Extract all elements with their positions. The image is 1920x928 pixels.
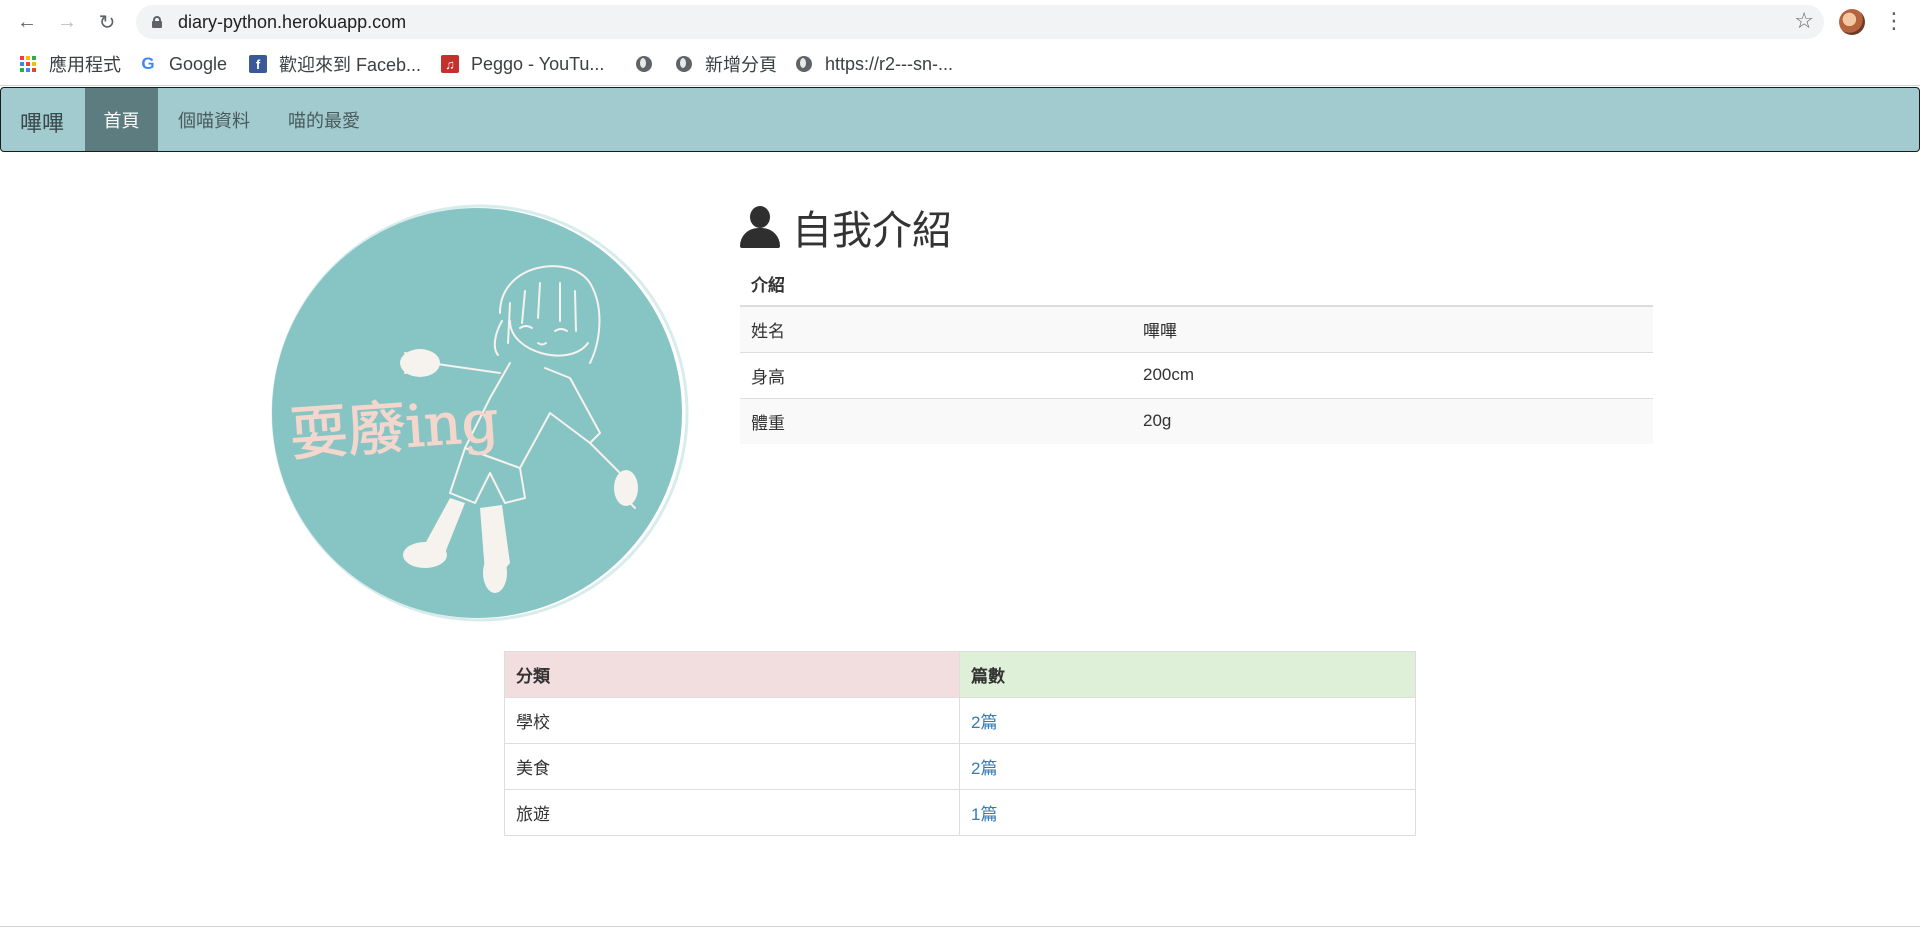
row-value: 20g bbox=[1132, 397, 1653, 444]
globe-icon bbox=[675, 55, 693, 73]
row-label: 身高 bbox=[740, 351, 1132, 398]
globe-icon bbox=[795, 55, 813, 73]
category-count-link[interactable]: 2篇 bbox=[971, 713, 997, 732]
category-count-cell: 1篇 bbox=[959, 789, 1416, 836]
category-count-link[interactable]: 2篇 bbox=[971, 759, 997, 778]
music-icon: ♫ bbox=[441, 55, 459, 73]
apps-grid-icon bbox=[19, 55, 37, 73]
table-row: 旅遊 1篇 bbox=[504, 789, 1416, 836]
site-navbar: 嗶嗶 首頁 個喵資料 喵的最愛 bbox=[0, 87, 1920, 152]
facebook-icon: f bbox=[249, 55, 267, 73]
category-name: 學校 bbox=[504, 697, 960, 744]
bookmark-globe[interactable] bbox=[635, 50, 665, 78]
browser-toolbar: ← → ↻ diary-python.herokuapp.com ☆ ⋮ bbox=[0, 0, 1920, 44]
table-row: 姓名 嗶嗶 bbox=[740, 305, 1653, 352]
bookmark-google[interactable]: G Google bbox=[139, 50, 227, 78]
category-count-link[interactable]: 1篇 bbox=[971, 805, 997, 824]
table-row: 身高 200cm bbox=[740, 351, 1653, 398]
row-label: 姓名 bbox=[740, 305, 1132, 352]
bookmark-label: 新增分頁 bbox=[705, 55, 777, 75]
row-value: 嗶嗶 bbox=[1132, 305, 1653, 352]
bookmark-new-tab[interactable]: 新增分頁 bbox=[675, 50, 777, 78]
divider bbox=[0, 926, 1920, 927]
category-name: 旅遊 bbox=[504, 789, 960, 836]
forward-arrow-icon[interactable]: → bbox=[53, 8, 81, 36]
avatar: 耍廢ing bbox=[271, 204, 689, 622]
category-count-cell: 2篇 bbox=[959, 697, 1416, 744]
row-label: 體重 bbox=[740, 397, 1132, 444]
bookmark-r2-link[interactable]: https://r2---sn-... bbox=[795, 50, 953, 78]
bookmark-apps[interactable]: 應用程式 bbox=[19, 50, 121, 78]
bookmark-label: https://r2---sn-... bbox=[825, 53, 954, 74]
category-name: 美食 bbox=[504, 743, 960, 790]
bookmark-label: Google bbox=[169, 53, 228, 74]
category-table: 分類 篇數 學校 2篇 美食 2篇 旅遊 1篇 bbox=[504, 651, 1416, 836]
google-icon: G bbox=[141, 54, 155, 73]
bookmark-label: 歡迎來到 Faceb... bbox=[279, 55, 422, 75]
category-count-cell: 2篇 bbox=[959, 743, 1416, 790]
intro-heading: 自我介紹 bbox=[740, 198, 952, 256]
intro-table-header: 介紹 bbox=[740, 262, 1653, 307]
url-text[interactable]: diary-python.herokuapp.com bbox=[178, 12, 406, 33]
intro-table: 介紹 姓名 嗶嗶 身高 200cm 體重 20g bbox=[740, 262, 1653, 444]
table-row: 學校 2篇 bbox=[504, 697, 1416, 744]
back-arrow-icon[interactable]: ← bbox=[13, 8, 41, 36]
page-title: 自我介紹 bbox=[792, 208, 952, 254]
profile-avatar-icon[interactable] bbox=[1839, 9, 1865, 35]
bookmark-facebook[interactable]: f 歡迎來到 Faceb... bbox=[249, 50, 421, 78]
column-header-count: 篇數 bbox=[959, 651, 1416, 698]
user-icon bbox=[740, 206, 780, 248]
address-bar[interactable]: diary-python.herokuapp.com ☆ bbox=[136, 5, 1824, 39]
bookmark-label: 應用程式 bbox=[49, 55, 121, 75]
bookmark-label: Peggo - YouTu... bbox=[471, 53, 605, 74]
reload-icon[interactable]: ↻ bbox=[93, 8, 121, 36]
nav-item-label: 首頁 bbox=[103, 110, 140, 131]
row-value: 200cm bbox=[1132, 351, 1653, 398]
bookmarks-bar: 應用程式 G Google f 歡迎來到 Faceb... ♫ Peggo - … bbox=[0, 44, 1920, 86]
column-header-category: 分類 bbox=[504, 651, 960, 698]
menu-kebab-icon[interactable]: ⋮ bbox=[1883, 8, 1905, 36]
table-row: 體重 20g bbox=[740, 397, 1653, 444]
table-row: 美食 2篇 bbox=[504, 743, 1416, 790]
nav-item-label: 個喵資料 bbox=[178, 110, 250, 131]
globe-icon bbox=[635, 55, 653, 73]
navbar-brand[interactable]: 嗶嗶 bbox=[20, 106, 64, 138]
nav-item-favorites[interactable]: 喵的最愛 bbox=[270, 88, 378, 151]
avatar-caption: 耍廢ing bbox=[288, 386, 501, 468]
nav-item-profile[interactable]: 個喵資料 bbox=[160, 88, 268, 151]
bookmark-star-icon[interactable]: ☆ bbox=[1794, 8, 1814, 34]
nav-item-label: 喵的最愛 bbox=[288, 110, 360, 131]
lock-icon bbox=[152, 16, 162, 28]
nav-item-home[interactable]: 首頁 bbox=[85, 88, 158, 151]
bookmark-youtube[interactable]: ♫ Peggo - YouTu... bbox=[441, 50, 604, 78]
